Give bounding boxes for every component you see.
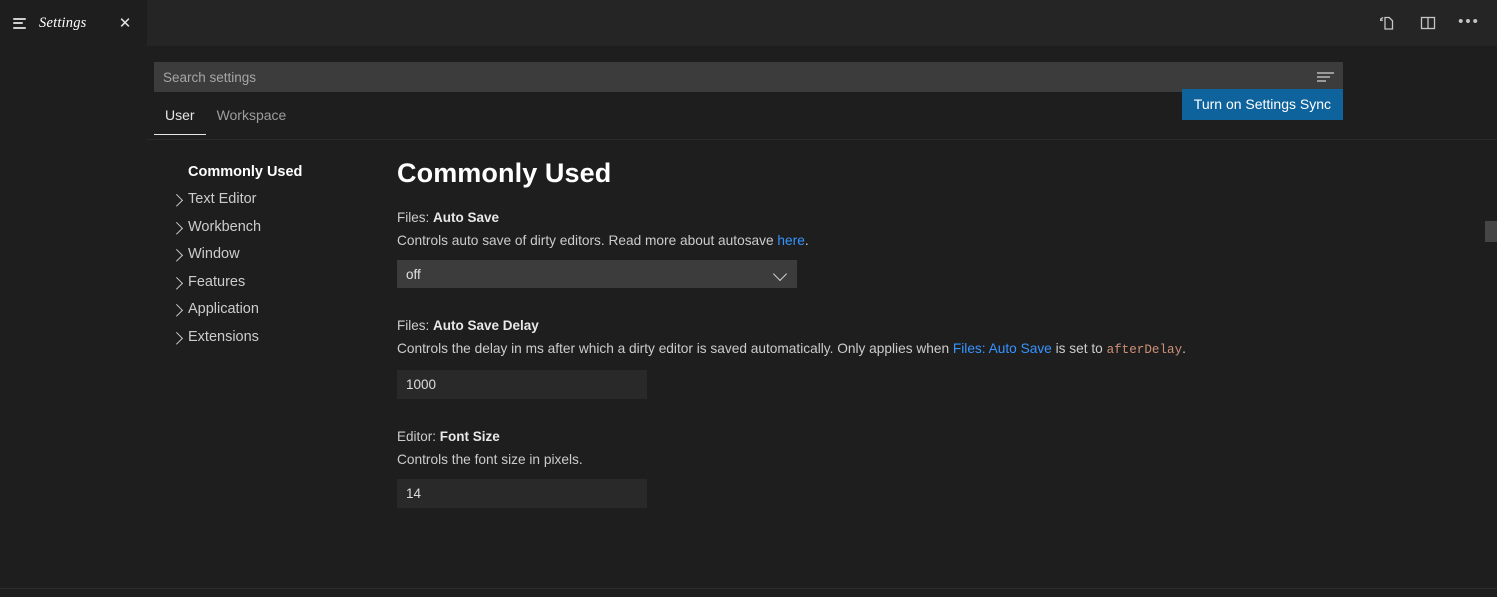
bottom-divider [0, 588, 1497, 589]
open-settings-json-icon[interactable] [1377, 13, 1397, 33]
settings-toc: Commonly Used Text Editor Workbench Wind… [147, 158, 397, 538]
filter-icon[interactable] [1317, 70, 1335, 84]
tab-label: Settings [39, 14, 87, 31]
toc-item-application[interactable]: Application [156, 296, 397, 324]
settings-body: Commonly Used Text Editor Workbench Wind… [147, 158, 1497, 538]
setting-category: Files: [397, 210, 434, 225]
vertical-scrollbar-thumb[interactable] [1485, 221, 1497, 242]
settings-lines-icon [13, 15, 30, 32]
search-settings-box[interactable] [154, 62, 1343, 92]
toc-item-label: Workbench [188, 218, 262, 235]
toc-item-label: Features [188, 273, 246, 290]
turn-on-settings-sync-button[interactable]: Turn on Settings Sync [1181, 89, 1343, 120]
toc-item-features[interactable]: Features [156, 268, 397, 296]
chevron-down-icon [772, 267, 788, 282]
editor-actions: ••• [1377, 0, 1497, 46]
chevron-right-icon [170, 221, 184, 235]
setting-category: Editor: [397, 428, 440, 444]
toc-item-label: Window [188, 246, 240, 263]
chevron-right-icon [170, 304, 184, 317]
setting-name: Auto Save Delay [433, 318, 539, 334]
setting-description: Controls the delay in ms after which a d… [397, 340, 1497, 359]
auto-save-delay-input[interactable] [397, 369, 647, 399]
chevron-right-icon [170, 249, 184, 262]
toc-item-label: Application [188, 301, 259, 318]
editor-tab-bar: Settings ✕ ••• [0, 0, 1497, 46]
close-icon[interactable]: ✕ [115, 13, 135, 33]
settings-editor: User Workspace Turn on Settings Sync Com… [147, 46, 1497, 597]
setting-files-auto-save: Files: Auto Save Controls auto save of d… [397, 210, 1497, 289]
toc-item-window[interactable]: Window [156, 241, 397, 269]
setting-description: Controls auto save of dirty editors. Rea… [397, 232, 1497, 249]
toc-item-extensions[interactable]: Extensions [156, 323, 397, 351]
setting-description: Controls the font size in pixels. [397, 451, 1497, 468]
toc-item-label: Extensions [188, 328, 259, 345]
files-auto-save-link[interactable]: Files: Auto Save [953, 341, 1052, 356]
toc-item-commonly-used[interactable]: Commonly Used [156, 158, 397, 186]
auto-save-value: off [406, 266, 421, 282]
description-text: Controls the font size in pixels. [397, 451, 583, 467]
setting-name: Auto Save [433, 210, 500, 225]
description-text-end: . [1182, 341, 1186, 357]
settings-list: Commonly Used Files: Auto Save Controls … [397, 158, 1497, 538]
font-size-input[interactable] [397, 478, 647, 508]
search-row [147, 46, 1497, 92]
setting-editor-font-size: Editor: Font Size Controls the font size… [397, 429, 1497, 508]
description-text: Controls the delay in ms after which a d… [397, 341, 953, 357]
code-token-afterdelay: afterDelay [1106, 343, 1183, 358]
chevron-right-icon [170, 276, 184, 290]
toc-item-workbench[interactable]: Workbench [156, 213, 397, 241]
toc-item-text-editor[interactable]: Text Editor [156, 186, 397, 214]
setting-title: Editor: Font Size [397, 429, 1497, 444]
tab-workspace[interactable]: Workspace [206, 106, 298, 135]
autosave-docs-link[interactable]: here [777, 233, 804, 248]
description-text: Controls auto save of dirty editors. Rea… [397, 233, 778, 248]
toc-item-label: Commonly Used [188, 163, 303, 180]
description-text-mid: is set to [1051, 341, 1107, 357]
setting-title: Files: Auto Save [397, 210, 1497, 225]
chevron-right-icon [170, 194, 184, 207]
search-input[interactable] [154, 62, 1343, 92]
scope-tabs: User Workspace Turn on Settings Sync [147, 89, 1497, 140]
description-text-end: . [804, 233, 809, 248]
toc-item-label: Text Editor [188, 191, 257, 208]
setting-category: Files: [397, 318, 434, 334]
setting-name: Font Size [439, 428, 500, 444]
tab-user[interactable]: User [154, 106, 206, 135]
setting-files-auto-save-delay: Files: Auto Save Delay Controls the dela… [397, 318, 1497, 399]
setting-title: Files: Auto Save Delay [397, 318, 1497, 333]
more-actions-icon[interactable]: ••• [1458, 13, 1479, 33]
split-editor-icon[interactable] [1418, 13, 1438, 33]
tab-settings[interactable]: Settings ✕ [0, 0, 147, 46]
chevron-right-icon [170, 331, 184, 345]
auto-save-select[interactable]: off [397, 260, 797, 289]
page-title: Commonly Used [397, 158, 612, 188]
